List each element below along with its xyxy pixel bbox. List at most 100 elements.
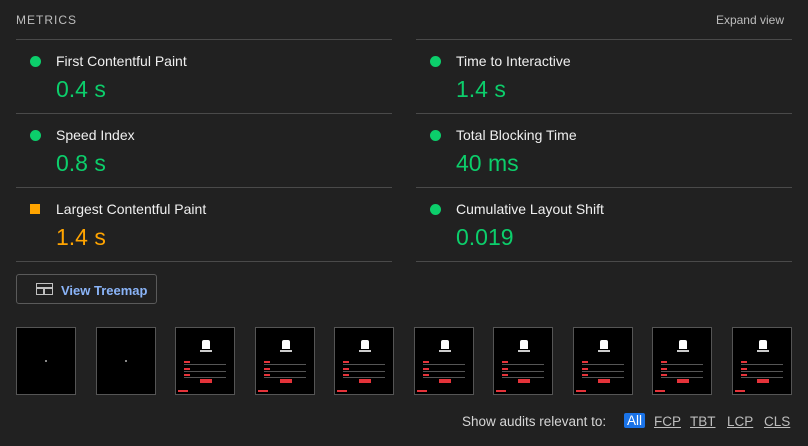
logo-icon [202, 340, 210, 349]
logo-icon [282, 340, 290, 349]
metric-tbt: Total Blocking Time 40 ms [416, 113, 792, 187]
form-field [264, 361, 306, 365]
form-button [200, 379, 212, 383]
form-field [502, 374, 544, 378]
form-button [757, 379, 769, 383]
metric-lcp: Largest Contentful Paint 1.4 s [16, 187, 392, 262]
form-field [343, 374, 385, 378]
filmstrip-frame [573, 327, 633, 395]
logo-icon [361, 340, 369, 349]
form-field [423, 361, 465, 365]
metric-value: 40 ms [456, 150, 519, 176]
field-accent [582, 374, 588, 376]
form-field [264, 374, 306, 378]
form-field [184, 361, 226, 365]
field-accent [264, 374, 270, 376]
form-field [661, 361, 703, 365]
filter-fcp[interactable]: FCP [654, 414, 681, 429]
field-accent [423, 361, 429, 363]
metric-label: Cumulative Layout Shift [456, 201, 604, 217]
expand-view-link[interactable]: Expand view [716, 13, 784, 27]
logo-icon [441, 340, 449, 349]
metric-value: 0.019 [456, 224, 514, 250]
pass-dot-icon [430, 130, 441, 141]
metric-cls: Cumulative Layout Shift 0.019 [416, 187, 792, 262]
loading-dot [125, 360, 127, 362]
logo-caption [598, 350, 610, 352]
filmstrip-frame [175, 327, 235, 395]
metric-label: Time to Interactive [456, 53, 571, 69]
logo-icon [679, 340, 687, 349]
footer-mark [258, 390, 268, 392]
field-accent [184, 361, 190, 363]
field-accent [423, 374, 429, 376]
footer-mark [735, 390, 745, 392]
logo-caption [677, 350, 689, 352]
footer-mark [496, 390, 506, 392]
form-button [518, 379, 530, 383]
metric-value: 0.4 s [56, 76, 106, 102]
field-accent [502, 368, 508, 370]
logo-caption [439, 350, 451, 352]
filter-tbt[interactable]: TBT [690, 414, 716, 429]
form-button [677, 379, 689, 383]
filmstrip-frame [334, 327, 394, 395]
footer-mark [655, 390, 665, 392]
logo-caption [200, 350, 212, 352]
form-field [582, 368, 624, 372]
field-accent [661, 368, 667, 370]
metric-label: Largest Contentful Paint [56, 201, 207, 217]
metric-value: 1.4 s [56, 224, 106, 250]
form-button [598, 379, 610, 383]
field-accent [741, 374, 747, 376]
form-field [343, 368, 385, 372]
form-button [439, 379, 451, 383]
metrics-column-left: First Contentful Paint 0.4 s Speed Index… [16, 39, 392, 262]
field-accent [264, 361, 270, 363]
form-field [184, 368, 226, 372]
footer-mark [576, 390, 586, 392]
filter-all[interactable]: All [624, 413, 646, 428]
field-accent [502, 374, 508, 376]
view-treemap-button[interactable]: View Treemap [16, 274, 157, 304]
form-field [582, 361, 624, 365]
field-accent [582, 368, 588, 370]
filmstrip-frame [16, 327, 76, 395]
filmstrip-frame [493, 327, 553, 395]
metric-value: 0.8 s [56, 150, 106, 176]
logo-icon [600, 340, 608, 349]
logo-caption [280, 350, 292, 352]
metrics-header: METRICS Expand view [16, 12, 784, 30]
metrics-column-right: Time to Interactive 1.4 s Total Blocking… [416, 39, 792, 262]
metric-fcp: First Contentful Paint 0.4 s [16, 39, 392, 113]
logo-caption [518, 350, 530, 352]
filmstrip-frame [652, 327, 712, 395]
form-field [582, 374, 624, 378]
metric-tti: Time to Interactive 1.4 s [416, 39, 792, 113]
form-button [280, 379, 292, 383]
field-accent [264, 368, 270, 370]
pass-dot-icon [430, 204, 441, 215]
loading-dot [45, 360, 47, 362]
audit-filter-label: Show audits relevant to: [462, 414, 607, 429]
field-accent [423, 368, 429, 370]
treemap-icon [36, 283, 53, 295]
filter-lcp[interactable]: LCP [727, 414, 753, 429]
logo-icon [520, 340, 528, 349]
pass-dot-icon [30, 56, 41, 67]
filmstrip-frame [96, 327, 156, 395]
form-field [502, 368, 544, 372]
form-field [502, 361, 544, 365]
footer-mark [178, 390, 188, 392]
filmstrip-frame [732, 327, 792, 395]
field-accent [502, 361, 508, 363]
metric-label: Speed Index [56, 127, 135, 143]
average-square-icon [30, 204, 40, 214]
footer-mark [417, 390, 427, 392]
metric-label: First Contentful Paint [56, 53, 187, 69]
metric-value: 1.4 s [456, 76, 506, 102]
field-accent [741, 368, 747, 370]
field-accent [582, 361, 588, 363]
form-field [184, 374, 226, 378]
filter-cls[interactable]: CLS [764, 414, 790, 429]
